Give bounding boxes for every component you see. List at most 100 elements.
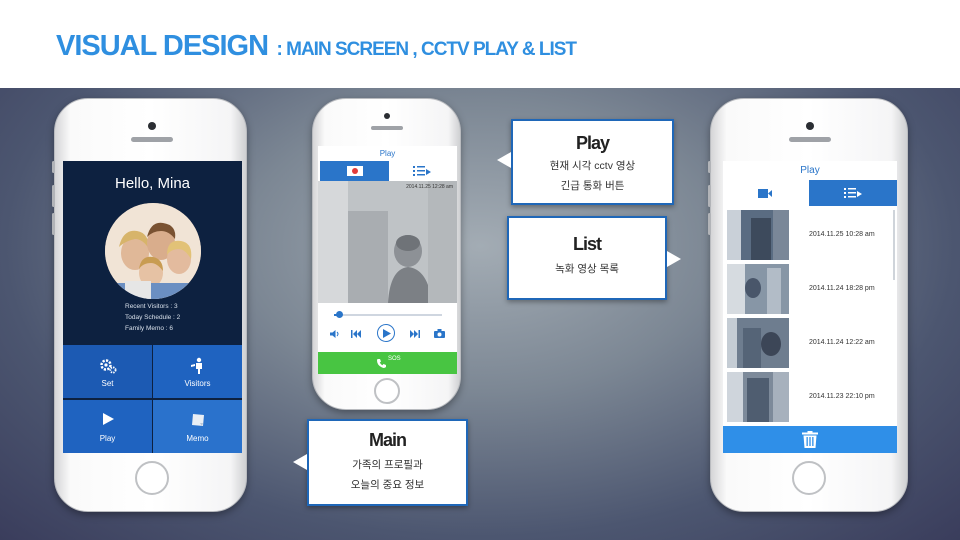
recording-timestamp: 2014.11.25 10:28 am <box>809 231 875 238</box>
earpiece-speaker <box>371 126 403 130</box>
list-icon <box>413 166 431 176</box>
skip-back-icon[interactable] <box>351 330 361 338</box>
mute-switch <box>52 161 55 173</box>
slide-header: VISUAL DESIGN : MAIN SCREEN , CCTV PLAY … <box>0 0 960 88</box>
title-main: VISUAL DESIGN <box>56 30 269 62</box>
play-screen-title: Play <box>379 149 396 158</box>
delete-bar[interactable] <box>723 426 897 453</box>
tab-recording-list[interactable] <box>389 161 455 181</box>
callout-play-line-1: 현재 시각 cctv 영상 <box>549 160 636 172</box>
stat-today-schedule: Today Schedule : 2 <box>125 314 181 321</box>
volume-icon[interactable] <box>330 330 340 338</box>
tab-recording-list[interactable] <box>809 180 897 206</box>
family-photo-avatar[interactable] <box>105 203 201 299</box>
list-icon <box>844 188 862 198</box>
phone-list-screen: Play 2014.11.25 10:28 am 2014.11.24 18:2 <box>708 98 908 512</box>
recording-list: 2014.11.25 10:28 am 2014.11.24 18:28 pm … <box>723 206 897 426</box>
memo-label: Memo <box>186 434 209 443</box>
volume-up-button <box>708 185 711 207</box>
volume-down-button <box>708 213 711 235</box>
callout-list-line-1: 녹화 영상 목록 <box>555 263 619 275</box>
tab-live-video[interactable] <box>320 161 389 181</box>
greeting-text: Hello, Mina <box>114 175 191 192</box>
play-button[interactable] <box>377 324 395 342</box>
visitors-label: Visitors <box>184 379 211 388</box>
main-menu-grid: Set Visitors Play Memo <box>63 345 242 453</box>
stat-family-memo: Family Memo : 6 <box>125 325 174 332</box>
callout-main-heading: Main <box>368 430 407 450</box>
recording-row[interactable]: 2014.11.23 22:10 pm <box>723 372 897 424</box>
volume-down-button <box>52 213 55 235</box>
video-camera-icon <box>758 189 772 198</box>
stat-recent-visitors: Recent Visitors : 3 <box>125 303 178 310</box>
recording-timestamp: 2014.11.24 18:28 pm <box>809 285 875 292</box>
recording-thumbnail <box>727 210 789 260</box>
list-tab-bar <box>723 180 897 206</box>
visitors-tile[interactable]: Visitors <box>153 345 242 398</box>
front-camera <box>148 122 156 130</box>
play-screen: Play 2014.11.25 12:28 am SOS <box>318 146 457 374</box>
earpiece-speaker <box>789 137 831 142</box>
home-button[interactable] <box>374 378 400 404</box>
memo-tile[interactable]: Memo <box>153 400 242 453</box>
home-button[interactable] <box>792 461 826 495</box>
recording-thumbnail <box>727 318 789 368</box>
video-camera-icon <box>347 166 363 176</box>
play-tile[interactable]: Play <box>63 400 152 453</box>
play-tab-bar <box>320 161 455 181</box>
home-button[interactable] <box>135 461 169 495</box>
progress-knob[interactable] <box>336 311 344 318</box>
phone-play-screen: Play 2014.11.25 12:28 am SOS <box>312 98 461 410</box>
live-timestamp: 2014.11.25 12:28 am <box>406 184 453 190</box>
play-icon <box>101 412 115 430</box>
mute-switch <box>708 161 711 173</box>
recording-timestamp: 2014.11.24 12:22 am <box>809 339 875 346</box>
play-icon <box>383 328 391 338</box>
list-screen: Play 2014.11.25 10:28 am 2014.11.24 18:2 <box>723 161 897 453</box>
recording-row[interactable]: 2014.11.24 18:28 pm <box>723 264 897 316</box>
play-label: Play <box>99 434 116 443</box>
callout-play-line-2: 긴급 통화 버튼 <box>560 180 625 192</box>
recording-thumbnail <box>727 264 789 314</box>
callout-play-pointer <box>497 152 511 168</box>
main-screen: Hello, Mina Recent Visitors : 3 Today Sc… <box>63 161 242 453</box>
callout-main-line-2: 오늘의 중요 정보 <box>350 479 425 491</box>
sos-label: SOS <box>388 356 401 362</box>
recording-timestamp: 2014.11.23 22:10 pm <box>809 393 875 400</box>
playback-progress-bar[interactable] <box>334 311 442 318</box>
set-tile[interactable]: Set <box>63 345 152 398</box>
sos-call-button[interactable]: SOS <box>318 352 457 374</box>
set-label: Set <box>101 379 114 388</box>
camera-snapshot-icon[interactable] <box>434 329 445 338</box>
callout-play-heading: Play <box>575 133 610 153</box>
slide-title: VISUAL DESIGN : MAIN SCREEN , CCTV PLAY … <box>56 30 577 63</box>
recording-row[interactable]: 2014.11.24 12:22 am <box>723 318 897 370</box>
earpiece-speaker <box>131 137 173 142</box>
front-camera <box>384 113 390 119</box>
callout-list-pointer <box>667 251 681 267</box>
callout-list: List 녹화 영상 목록 <box>507 216 667 300</box>
playback-controls <box>326 324 449 344</box>
callout-main: Main 가족의 프로필과 오늘의 중요 정보 <box>307 419 468 506</box>
tab-live-video[interactable] <box>723 180 809 206</box>
recording-row[interactable]: 2014.11.25 10:28 am <box>723 210 897 262</box>
callout-main-line-1: 가족의 프로필과 <box>352 459 423 471</box>
list-screen-title: Play <box>800 165 820 176</box>
phone-icon <box>377 359 386 368</box>
gear-icon <box>99 357 117 379</box>
front-camera <box>806 122 814 130</box>
cctv-live-feed[interactable]: 2014.11.25 12:28 am <box>318 181 457 303</box>
cctv-frame-image <box>318 181 457 303</box>
volume-up-button <box>52 185 55 207</box>
skip-forward-icon[interactable] <box>410 330 420 338</box>
summary-stats: Recent Visitors : 3 Today Schedule : 2 F… <box>125 301 180 334</box>
title-sub: : MAIN SCREEN , CCTV PLAY & LIST <box>276 39 577 60</box>
list-scrollbar[interactable] <box>893 210 895 280</box>
callout-main-pointer <box>293 454 307 470</box>
phone-main-screen: Hello, Mina Recent Visitors : 3 Today Sc… <box>52 98 247 512</box>
callout-play: Play 현재 시각 cctv 영상 긴급 통화 버튼 <box>511 119 674 205</box>
callout-list-heading: List <box>572 234 602 254</box>
trash-icon <box>802 431 818 448</box>
recording-thumbnail <box>727 372 789 422</box>
visitor-icon <box>189 357 207 379</box>
